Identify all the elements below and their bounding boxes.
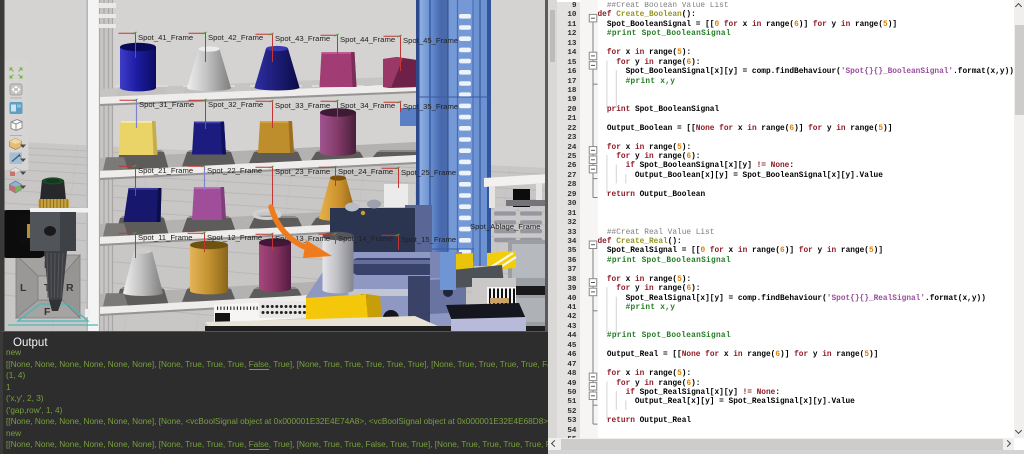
svg-text:Spot_Ablage_Frame: Spot_Ablage_Frame — [470, 222, 541, 231]
svg-text:Spot_25_Frame: Spot_25_Frame — [401, 168, 456, 177]
svg-text:R: R — [66, 282, 74, 294]
svg-text:F: F — [44, 306, 51, 318]
svg-text:Spot_13_Frame: Spot_13_Frame — [275, 234, 330, 243]
svg-text:L: L — [20, 282, 27, 294]
svg-text:Spot_15_Frame: Spot_15_Frame — [401, 235, 456, 244]
svg-text:Spot_21_Frame: Spot_21_Frame — [138, 166, 193, 175]
svg-text:Spot_31_Frame: Spot_31_Frame — [139, 100, 194, 109]
svg-text:Spot_35_Frame: Spot_35_Frame — [403, 102, 458, 111]
svg-text:Spot_22_Frame: Spot_22_Frame — [207, 166, 262, 175]
svg-text:Spot_23_Frame: Spot_23_Frame — [275, 167, 330, 176]
svg-text:Spot_12_Frame: Spot_12_Frame — [207, 233, 262, 242]
svg-text:Spot_45_Frame: Spot_45_Frame — [403, 36, 458, 45]
svg-text:Spot_41_Frame: Spot_41_Frame — [138, 33, 193, 42]
svg-text:Spot_42_Frame: Spot_42_Frame — [208, 33, 263, 42]
svg-text:Spot_11_Frame: Spot_11_Frame — [138, 233, 193, 242]
svg-text:Spot_32_Frame: Spot_32_Frame — [208, 100, 263, 109]
svg-text:Spot_33_Frame: Spot_33_Frame — [275, 101, 330, 110]
